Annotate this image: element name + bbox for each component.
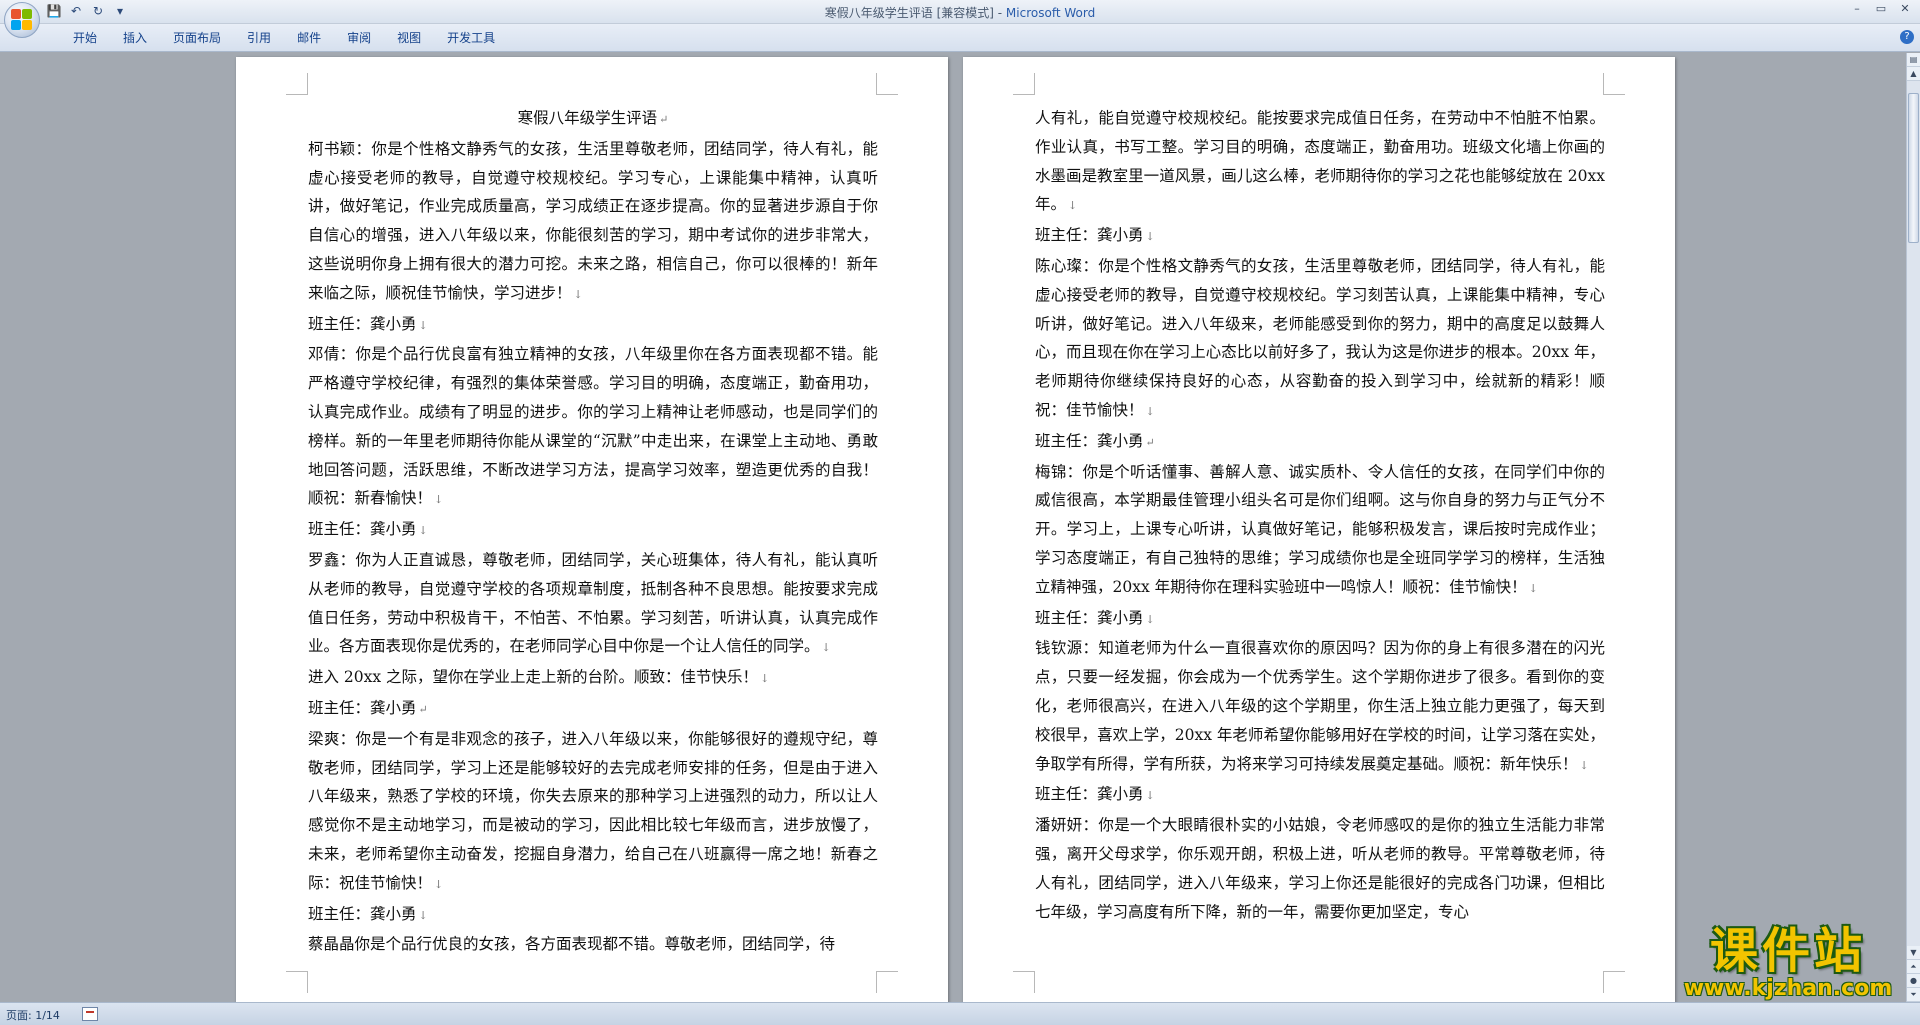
paragraph-mark: ↓ — [1145, 230, 1155, 244]
ruler-toggle-icon[interactable]: ▤ — [1907, 53, 1920, 67]
document-page-1[interactable]: 寒假八年级学生评语 ↵ 柯书颖：你是个性格文静秀气的女孩，生活里尊敬老师，团结同学… — [236, 57, 948, 1002]
page-content[interactable]: 人有礼，能自觉遵守校规校纪。能按要求完成值日任务，在劳动中不怕脏不怕累。作业认真… — [1035, 104, 1605, 926]
paragraph[interactable]: 班主任：龚小勇 ↓ — [1035, 221, 1605, 252]
paragraph[interactable]: 班主任：龚小勇 ↵ — [308, 694, 878, 725]
document-area[interactable]: 寒假八年级学生评语 ↵ 柯书颖：你是个性格文静秀气的女孩，生活里尊敬老师，团结同学… — [0, 53, 1906, 1002]
watermark-title: 课件站 — [1709, 923, 1866, 979]
tab-page-layout[interactable]: 页面布局 — [160, 30, 234, 46]
tab-review[interactable]: 审阅 — [334, 30, 384, 46]
margin-corner-mark — [876, 971, 898, 993]
watermark-url: www.kjzhan.com — [1683, 976, 1893, 1001]
paragraph-mark: ↓ — [418, 524, 428, 538]
ribbon-tabs: 开始 插入 页面布局 引用 邮件 审阅 视图 开发工具 — [60, 30, 508, 46]
margin-corner-mark — [876, 73, 898, 95]
tab-developer[interactable]: 开发工具 — [434, 30, 508, 46]
paragraph[interactable]: 班主任：龚小勇 ↓ — [308, 310, 878, 341]
paragraph[interactable]: 梅锦：你是个听话懂事、善解人意、诚实质朴、令人信任的女孩，在同学们中你的威信很高… — [1035, 458, 1605, 604]
paragraph-mark: ↓ — [821, 641, 831, 655]
margin-corner-mark — [1603, 971, 1625, 993]
document-title: 寒假八年级学生评语 [兼容模式] - — [824, 6, 1006, 20]
office-logo-icon — [11, 9, 33, 31]
page-content[interactable]: 寒假八年级学生评语 ↵ 柯书颖：你是个性格文静秀气的女孩，生活里尊敬老师，团结同学… — [308, 104, 878, 959]
paragraph[interactable]: 人有礼，能自觉遵守校规校纪。能按要求完成值日任务，在劳动中不怕脏不怕累。作业认真… — [1035, 104, 1605, 221]
paragraph-mark: ↓ — [418, 318, 428, 332]
scrollbar-thumb[interactable] — [1908, 93, 1919, 243]
paragraph-mark: ↓ — [573, 287, 583, 301]
paragraph[interactable]: 蔡晶晶你是个品行优良的女孩，各方面表现都不错。尊敬老师，团结同学，待 — [308, 930, 878, 959]
paragraph[interactable]: 班主任：龚小勇 ↓ — [308, 515, 878, 546]
paragraph[interactable]: 班主任：龚小勇 ↓ — [308, 900, 878, 931]
status-bar: 页面: 1/14 — [0, 1002, 1920, 1025]
close-button[interactable]: ✕ — [1894, 1, 1916, 17]
paragraph[interactable]: 柯书颖：你是个性格文静秀气的女孩，生活里尊敬老师，团结同学，待人有礼，能虚心接受… — [308, 135, 878, 310]
paragraph-mark: ↵ — [1145, 435, 1155, 449]
paragraph[interactable]: 陈心璨：你是个性格文静秀气的女孩，生活里尊敬老师，团结同学，待人有礼，能虚心接受… — [1035, 252, 1605, 427]
document-page-2[interactable]: 人有礼，能自觉遵守校规校纪。能按要求完成值日任务，在劳动中不怕脏不怕累。作业认真… — [963, 57, 1675, 1002]
scroll-down-icon[interactable]: ▼ — [1907, 946, 1920, 960]
window-title: 寒假八年级学生评语 [兼容模式] - Microsoft Word — [0, 4, 1920, 21]
paragraph-mark: ↓ — [1145, 789, 1155, 803]
paragraph[interactable]: 潘妍妍：你是一个大眼睛很朴实的小姑娘，令老师感叹的是你的独立生活能力非常强，离开… — [1035, 811, 1605, 926]
application-name: Microsoft Word — [1005, 6, 1096, 20]
office-button[interactable] — [4, 2, 40, 38]
ribbon: 开始 插入 页面布局 引用 邮件 审阅 视图 开发工具 ? — [0, 24, 1920, 52]
watermark-logo: 课件站 www.kjzhan.com — [1672, 925, 1904, 1003]
paragraph-mark: ↓ — [1068, 199, 1078, 213]
paragraph-mark: ↓ — [1579, 758, 1589, 772]
margin-corner-mark — [1013, 73, 1035, 95]
paragraph[interactable]: 班主任：龚小勇 ↵ — [1035, 427, 1605, 458]
paragraph-mark: ↓ — [434, 493, 444, 507]
scroll-up-icon[interactable]: ▲ — [1907, 67, 1920, 81]
paragraph-mark: ↓ — [1528, 581, 1538, 595]
paragraph[interactable]: 班主任：龚小勇 ↓ — [1035, 780, 1605, 811]
select-browse-object-icon[interactable]: ● — [1907, 974, 1920, 988]
paragraph[interactable]: 邓倩：你是个品行优良富有独立精神的女孩，八年级里你在各方面表现都不错。能严格遵守… — [308, 340, 878, 515]
paragraph[interactable]: 班主任：龚小勇 ↓ — [1035, 604, 1605, 635]
vertical-scrollbar[interactable]: ▤ ▲ ▼ ⏶ ● ⏷ — [1906, 53, 1920, 1002]
margin-corner-mark — [1013, 971, 1035, 993]
tab-view[interactable]: 视图 — [384, 30, 434, 46]
margin-corner-mark — [1603, 73, 1625, 95]
paragraph[interactable]: 梁爽：你是一个有是非观念的孩子，进入八年级以来，你能够很好的遵规守纪，尊敬老师，… — [308, 725, 878, 900]
margin-corner-mark — [286, 73, 308, 95]
paragraph-mark: ↓ — [418, 908, 428, 922]
paragraph-mark: ↵ — [418, 702, 428, 716]
paragraph-mark: ↓ — [1145, 404, 1155, 418]
scrollbar-bottom-controls: ▼ ⏶ ● ⏷ — [1907, 946, 1920, 1002]
margin-corner-mark — [286, 971, 308, 993]
paragraph-mark: ↵ — [659, 113, 669, 126]
title-bar: 💾 ↶ ↻ ▾ 寒假八年级学生评语 [兼容模式] - Microsoft Wor… — [0, 0, 1920, 24]
paragraph[interactable]: 罗鑫：你为人正直诚恳，尊敬老师，团结同学，关心班集体，待人有礼，能认真听从老师的… — [308, 546, 878, 663]
previous-page-icon[interactable]: ⏶ — [1907, 960, 1920, 974]
proofing-status-icon[interactable] — [82, 1007, 98, 1021]
page-count-status[interactable]: 页面: 1/14 — [6, 1007, 60, 1023]
paragraph-mark: ↓ — [760, 672, 770, 686]
paragraph[interactable]: 进入 20xx 之际，望你在学业上走上新的台阶。顺致：佳节快乐！ ↓ — [308, 663, 878, 694]
tab-references[interactable]: 引用 — [234, 30, 284, 46]
document-heading: 寒假八年级学生评语 ↵ — [517, 109, 669, 127]
window-controls: – ▭ ✕ — [1846, 1, 1916, 17]
help-icon[interactable]: ? — [1900, 30, 1914, 44]
paragraph-mark: ↓ — [1145, 612, 1155, 626]
tab-insert[interactable]: 插入 — [110, 30, 160, 46]
tab-home[interactable]: 开始 — [60, 30, 110, 46]
restore-button[interactable]: ▭ — [1870, 1, 1892, 17]
tab-mailings[interactable]: 邮件 — [284, 30, 334, 46]
minimize-button[interactable]: – — [1846, 1, 1868, 17]
paragraph[interactable]: 钱钦源：知道老师为什么一直很喜欢你的原因吗？因为你的身上有很多潜在的闪光点，只要… — [1035, 634, 1605, 780]
next-page-icon[interactable]: ⏷ — [1907, 988, 1920, 1002]
paragraph-mark: ↓ — [434, 877, 444, 891]
